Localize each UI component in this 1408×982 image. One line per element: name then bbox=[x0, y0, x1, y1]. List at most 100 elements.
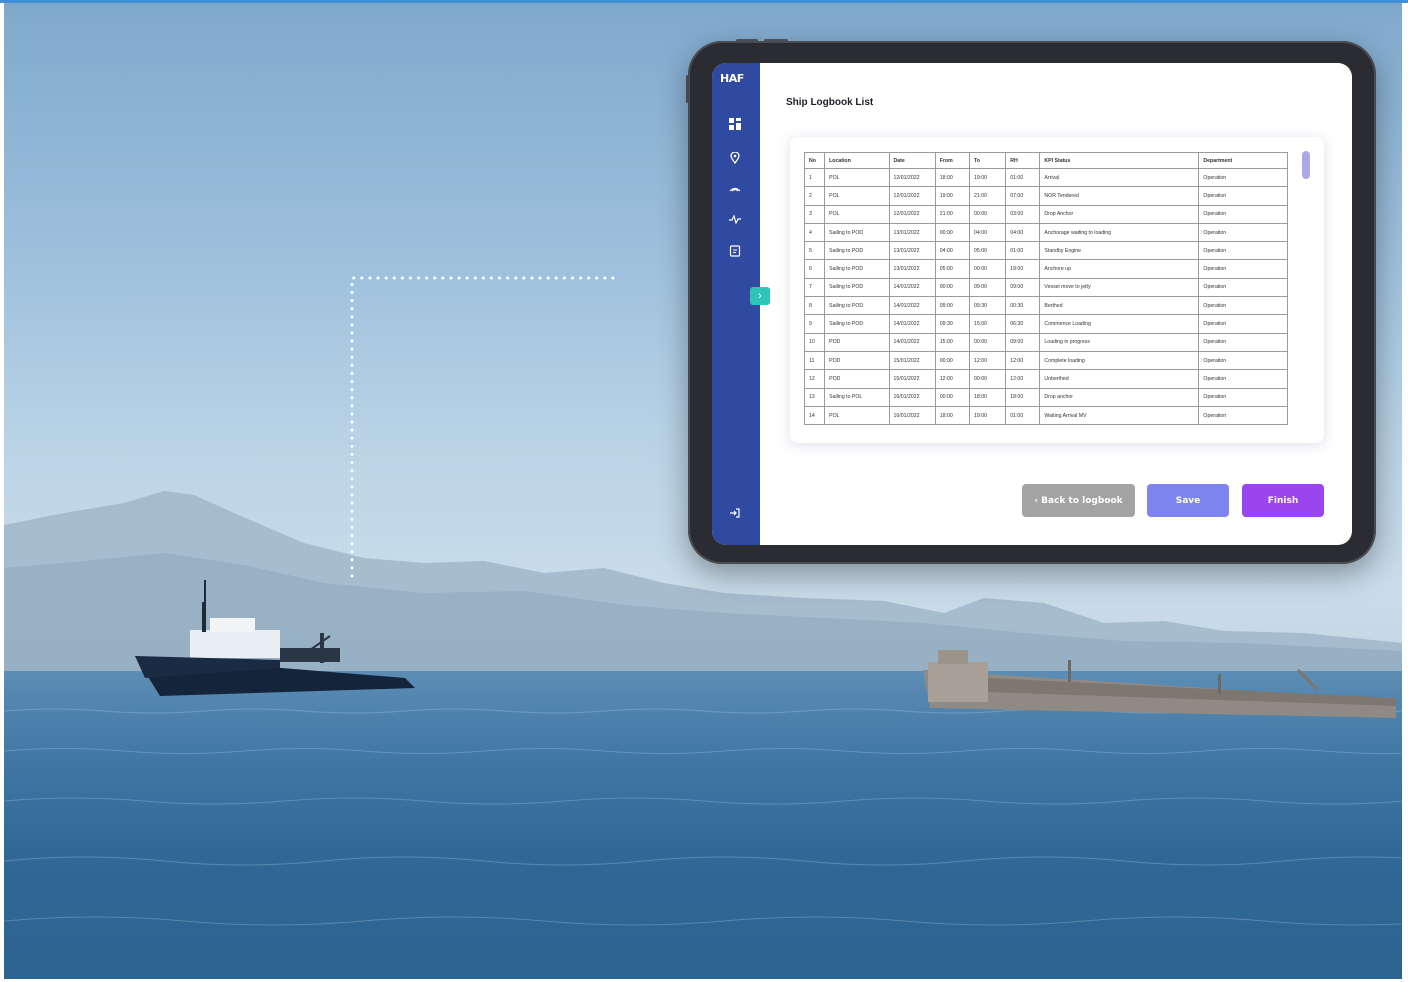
table-cell: 13 bbox=[803, 387, 826, 407]
table-cell: 12 bbox=[803, 369, 826, 389]
table-cell: 09:00 bbox=[1005, 332, 1041, 352]
table-cell: 7 bbox=[803, 277, 826, 298]
table-cell: 09:00 bbox=[968, 277, 1007, 298]
table-cell: Operation bbox=[1198, 241, 1288, 261]
table-cell: 2 bbox=[803, 186, 826, 206]
table-cell: 3 bbox=[803, 204, 826, 224]
table-cell: 12:00 bbox=[934, 369, 971, 389]
save-button[interactable]: Save bbox=[1147, 484, 1229, 517]
column-header[interactable]: From bbox=[934, 152, 971, 169]
table-cell: Operation bbox=[1198, 405, 1288, 426]
column-header[interactable]: Department bbox=[1198, 152, 1288, 169]
table-cell: 04:00 bbox=[968, 222, 1007, 243]
table-cell: 19:00 bbox=[968, 405, 1007, 426]
table-cell: 18:00 bbox=[968, 387, 1007, 407]
activity-icon[interactable] bbox=[727, 211, 743, 227]
table-cell: Berthed bbox=[1039, 296, 1200, 316]
column-header[interactable]: KPI Status bbox=[1039, 152, 1200, 169]
table-cell: Unberthed bbox=[1039, 369, 1200, 389]
scrollbar-thumb[interactable] bbox=[1302, 151, 1310, 179]
app-logo[interactable]: HAF bbox=[720, 72, 752, 86]
table-cell: 00:30 bbox=[1005, 296, 1041, 316]
table-cell: Sailing to POL bbox=[824, 387, 890, 407]
table-cell: 14/01/2022 bbox=[888, 277, 936, 298]
table-cell: Operation bbox=[1198, 332, 1288, 352]
table-row[interactable]: 7 Sailing to POD 14/01/2022 00:00 09:00 09:00… bbox=[803, 277, 1288, 298]
table-cell: NOR Tendered bbox=[1039, 186, 1200, 206]
table-row[interactable]: 3 POL 12/01/2022 21:00 00:00 03:00 Drop Anchor… bbox=[803, 204, 1288, 224]
table-cell: 16/01/2022 bbox=[888, 405, 936, 426]
table-cell: 00:00 bbox=[968, 332, 1007, 352]
table-cell: Drop anchor bbox=[1039, 387, 1200, 407]
column-header[interactable]: Date bbox=[888, 152, 936, 169]
location-pin-icon[interactable] bbox=[727, 150, 743, 166]
table-row[interactable]: 1 POL 12/01/2022 18:00 19:00 01:00 Arrival Oper… bbox=[803, 167, 1288, 188]
table-cell: 21:00 bbox=[968, 186, 1007, 206]
table-cell: 18:00 bbox=[1005, 387, 1041, 407]
report-icon[interactable] bbox=[727, 243, 743, 259]
table-cell: 12/01/2022 bbox=[888, 167, 936, 188]
ship-icon[interactable] bbox=[727, 181, 743, 197]
table-cell: 19:00 bbox=[934, 186, 971, 206]
table-row[interactable]: 13 Sailing to POL 16/01/2022 00:00 18:00 18:0… bbox=[803, 387, 1288, 407]
dashboard-icon[interactable] bbox=[727, 116, 743, 132]
table-cell: 1 bbox=[803, 167, 826, 188]
table-row[interactable]: 9 Sailing to POD 14/01/2022 09:30 15:00 06:30… bbox=[803, 314, 1288, 334]
table-cell: 13/01/2022 bbox=[888, 259, 936, 279]
table-cell: 15:00 bbox=[968, 314, 1007, 334]
sidebar-collapse-button[interactable]: › bbox=[750, 287, 770, 305]
table-cell: 4 bbox=[803, 222, 826, 243]
table-cell: Operation bbox=[1198, 259, 1288, 279]
table-cell: POD bbox=[824, 350, 890, 371]
table-cell: 12:00 bbox=[968, 350, 1007, 371]
tugboat bbox=[135, 580, 415, 696]
table-row[interactable]: 8 Sailing to POD 14/01/2022 09:00 09:30 00:30… bbox=[803, 296, 1288, 316]
logout-icon[interactable] bbox=[727, 505, 743, 521]
table-row[interactable]: 14 POL 16/01/2022 18:00 19:00 01:00 Waiting Ar… bbox=[803, 405, 1288, 426]
table-cell: Operation bbox=[1198, 222, 1288, 243]
table-cell: 09:30 bbox=[968, 296, 1007, 316]
table-cell: Operation bbox=[1198, 350, 1288, 371]
table-cell: Operation bbox=[1198, 204, 1288, 224]
table-cell: Commence Loading bbox=[1039, 314, 1200, 334]
table-cell: POL bbox=[824, 405, 890, 426]
column-header[interactable]: Location bbox=[824, 152, 890, 169]
table-cell: 12:00 bbox=[1005, 369, 1041, 389]
table-row[interactable]: 12 POD 15/01/2022 12:00 00:00 12:00 Unberthed O… bbox=[803, 369, 1288, 389]
column-header[interactable]: RH bbox=[1005, 152, 1041, 169]
table-row[interactable]: 11 POD 15/01/2022 00:00 12:00 12:00 Complete l… bbox=[803, 350, 1288, 371]
table-cell: 00:00 bbox=[934, 222, 971, 243]
table-row[interactable]: 10 POD 14/01/2022 15:00 00:00 09:00 Loading in… bbox=[803, 332, 1288, 352]
table-cell: Sailing to POD bbox=[824, 259, 890, 279]
table-scrollbar[interactable] bbox=[1302, 151, 1310, 431]
table-row[interactable]: 4 Sailing to POD 13/01/2022 00:00 04:00 04:00… bbox=[803, 222, 1288, 243]
table-row[interactable]: 5 Sailing to POD 13/01/2022 04:00 05:00 01:00… bbox=[803, 241, 1288, 261]
tablet-screen: HAF Ship Logbook List No Location Date F… bbox=[712, 63, 1352, 545]
table-cell: Complete loading bbox=[1039, 350, 1200, 371]
table-cell: Sailing to POD bbox=[824, 241, 890, 261]
table-body: 1 POL 12/01/2022 18:00 19:00 01:00 Arrival Oper… bbox=[803, 167, 1288, 426]
table-cell: 09:00 bbox=[934, 296, 971, 316]
finish-button[interactable]: Finish bbox=[1242, 484, 1324, 517]
table-cell: 00:00 bbox=[934, 277, 971, 298]
table-cell: 19:00 bbox=[968, 167, 1007, 188]
table-row[interactable]: 6 Sailing to POD 13/01/2022 05:00 00:00 19:00… bbox=[803, 259, 1288, 279]
table-cell: 03:00 bbox=[1005, 204, 1041, 224]
table-cell: 12:00 bbox=[1005, 350, 1041, 371]
table-cell: 9 bbox=[803, 314, 826, 334]
table-cell: 21:00 bbox=[934, 204, 971, 224]
table-cell: Drop Anchor bbox=[1039, 204, 1200, 224]
back-to-logbook-button[interactable]: ‹ Back to logbook bbox=[1022, 484, 1135, 517]
table-cell: Vessel move to jetty bbox=[1039, 277, 1200, 298]
table-cell: 8 bbox=[803, 296, 826, 316]
column-header[interactable]: To bbox=[968, 152, 1007, 169]
table-cell: Loading in progress bbox=[1039, 332, 1200, 352]
column-header[interactable]: No bbox=[803, 152, 826, 169]
table-cell: 14/01/2022 bbox=[888, 296, 936, 316]
table-cell: 13/01/2022 bbox=[888, 222, 936, 243]
table-cell: 06:30 bbox=[1005, 314, 1041, 334]
table-cell: Operation bbox=[1198, 387, 1288, 407]
table-cell: Sailing to POD bbox=[824, 296, 890, 316]
barge bbox=[923, 650, 1396, 718]
table-row[interactable]: 2 POL 12/01/2022 19:00 21:00 07:00 NOR Tendere… bbox=[803, 186, 1288, 206]
